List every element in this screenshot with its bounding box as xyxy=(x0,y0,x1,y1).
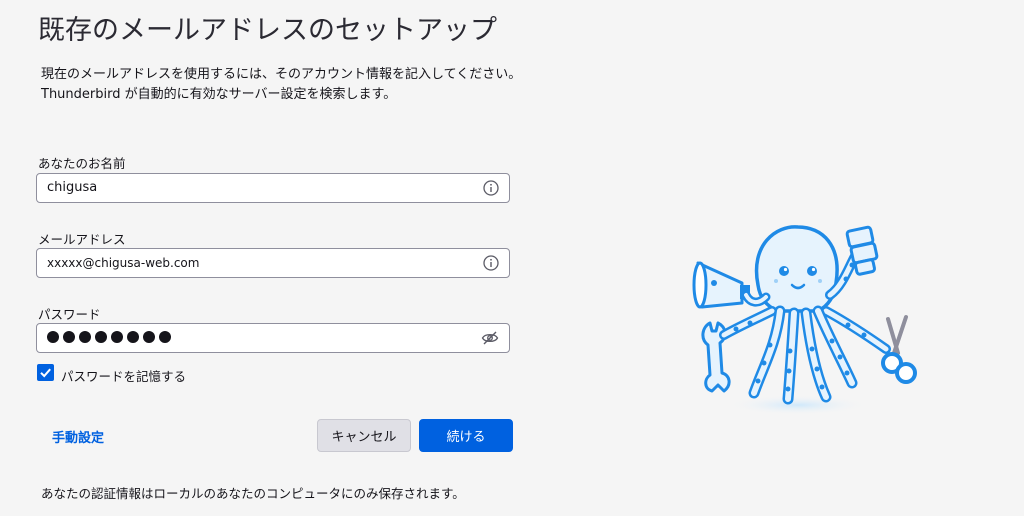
password-mask xyxy=(47,331,171,343)
info-icon[interactable] xyxy=(483,255,499,271)
remember-password-checkbox[interactable] xyxy=(37,364,54,381)
password-mask-dot xyxy=(143,331,155,343)
email-input[interactable]: xxxxx@chigusa-web.com xyxy=(36,248,510,278)
name-input[interactable]: chigusa xyxy=(36,173,510,203)
email-label: メールアドレス xyxy=(38,232,126,247)
checkmark-icon xyxy=(40,368,51,378)
password-mask-dot xyxy=(63,331,75,343)
page-description-line1: 現在のメールアドレスを使用するには、そのアカウント情報を記入してください。 xyxy=(41,67,522,82)
password-mask-dot xyxy=(127,331,139,343)
password-input[interactable] xyxy=(36,323,510,353)
password-mask-dot xyxy=(159,331,171,343)
cancel-button[interactable]: キャンセル xyxy=(317,419,411,452)
octopus-mascot-illustration xyxy=(692,225,917,415)
info-icon[interactable] xyxy=(483,180,499,196)
megaphone-icon xyxy=(692,261,750,309)
name-label: あなたのお名前 xyxy=(38,156,126,171)
page-description-line2: Thunderbird が自動的に有効なサーバー設定を検索します。 xyxy=(41,87,397,102)
eye-slash-icon[interactable] xyxy=(481,330,499,346)
credentials-note: あなたの認証情報はローカルのあなたのコンピュータにのみ保存されます。 xyxy=(41,486,465,501)
password-mask-dot xyxy=(111,331,123,343)
password-label: パスワード xyxy=(38,307,101,322)
continue-button[interactable]: 続ける xyxy=(419,419,513,452)
password-mask-dot xyxy=(79,331,91,343)
password-mask-dot xyxy=(95,331,107,343)
email-value: xxxxx@chigusa-web.com xyxy=(47,256,200,270)
page-title: 既存のメールアドレスのセットアップ xyxy=(38,15,497,46)
remember-password-label[interactable]: パスワードを記憶する xyxy=(61,366,186,385)
password-mask-dot xyxy=(47,331,59,343)
name-value: chigusa xyxy=(47,180,98,195)
manual-config-link[interactable]: 手動設定 xyxy=(52,427,104,446)
